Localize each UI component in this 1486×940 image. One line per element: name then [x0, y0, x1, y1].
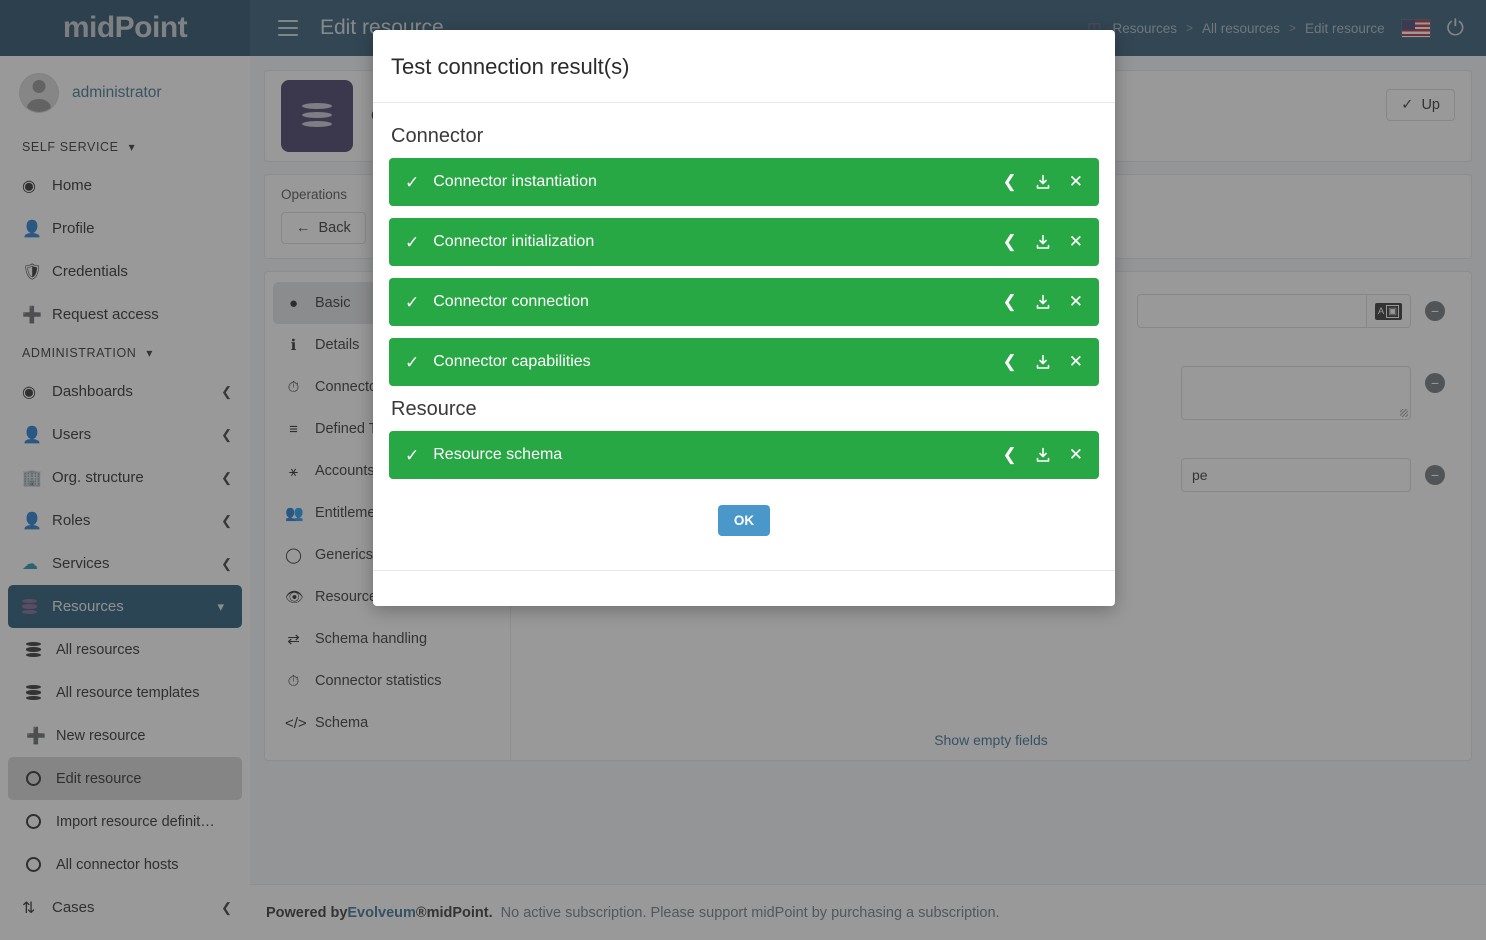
result-row: ✓ Connector connection ❮ ✕ [389, 278, 1099, 326]
section-title-resource: Resource [391, 398, 1099, 421]
result-actions: ❮ ✕ [1003, 445, 1084, 465]
result-actions: ❮ ✕ [1003, 232, 1084, 252]
result-row: ✓ Connector capabilities ❮ ✕ [389, 338, 1099, 386]
test-connection-modal: Test connection result(s) Connector ✓ Co… [373, 30, 1115, 606]
check-icon: ✓ [405, 447, 419, 464]
modal-title: Test connection result(s) [391, 54, 1097, 80]
download-icon[interactable] [1035, 234, 1051, 250]
result-label: Connector initialization [433, 233, 594, 251]
check-icon: ✓ [405, 174, 419, 191]
ok-button[interactable]: OK [718, 505, 770, 536]
result-label: Connector instantiation [433, 173, 597, 191]
section-title-connector: Connector [391, 125, 1099, 148]
result-label: Resource schema [433, 446, 562, 464]
close-icon[interactable]: ✕ [1069, 172, 1083, 192]
download-icon[interactable] [1035, 174, 1051, 190]
result-label: Connector capabilities [433, 353, 590, 371]
result-row: ✓ Connector initialization ❮ ✕ [389, 218, 1099, 266]
result-label: Connector connection [433, 293, 589, 311]
chevron-left-icon[interactable]: ❮ [1003, 445, 1017, 465]
modal-footer [373, 570, 1115, 606]
modal-body: Connector ✓ Connector instantiation ❮ ✕ … [373, 103, 1115, 570]
close-icon[interactable]: ✕ [1069, 232, 1083, 252]
result-row: ✓ Connector instantiation ❮ ✕ [389, 158, 1099, 206]
result-actions: ❮ ✕ [1003, 172, 1084, 192]
modal-header: Test connection result(s) [373, 30, 1115, 103]
close-icon[interactable]: ✕ [1069, 292, 1083, 312]
result-actions: ❮ ✕ [1003, 292, 1084, 312]
download-icon[interactable] [1035, 354, 1051, 370]
check-icon: ✓ [405, 354, 419, 371]
check-icon: ✓ [405, 234, 419, 251]
chevron-left-icon[interactable]: ❮ [1003, 172, 1017, 192]
download-icon[interactable] [1035, 294, 1051, 310]
close-icon[interactable]: ✕ [1069, 352, 1083, 372]
result-actions: ❮ ✕ [1003, 352, 1084, 372]
chevron-left-icon[interactable]: ❮ [1003, 292, 1017, 312]
check-icon: ✓ [405, 294, 419, 311]
download-icon[interactable] [1035, 447, 1051, 463]
close-icon[interactable]: ✕ [1069, 445, 1083, 465]
chevron-left-icon[interactable]: ❮ [1003, 352, 1017, 372]
chevron-left-icon[interactable]: ❮ [1003, 232, 1017, 252]
modal-actions: OK [389, 491, 1099, 562]
result-row: ✓ Resource schema ❮ ✕ [389, 431, 1099, 479]
